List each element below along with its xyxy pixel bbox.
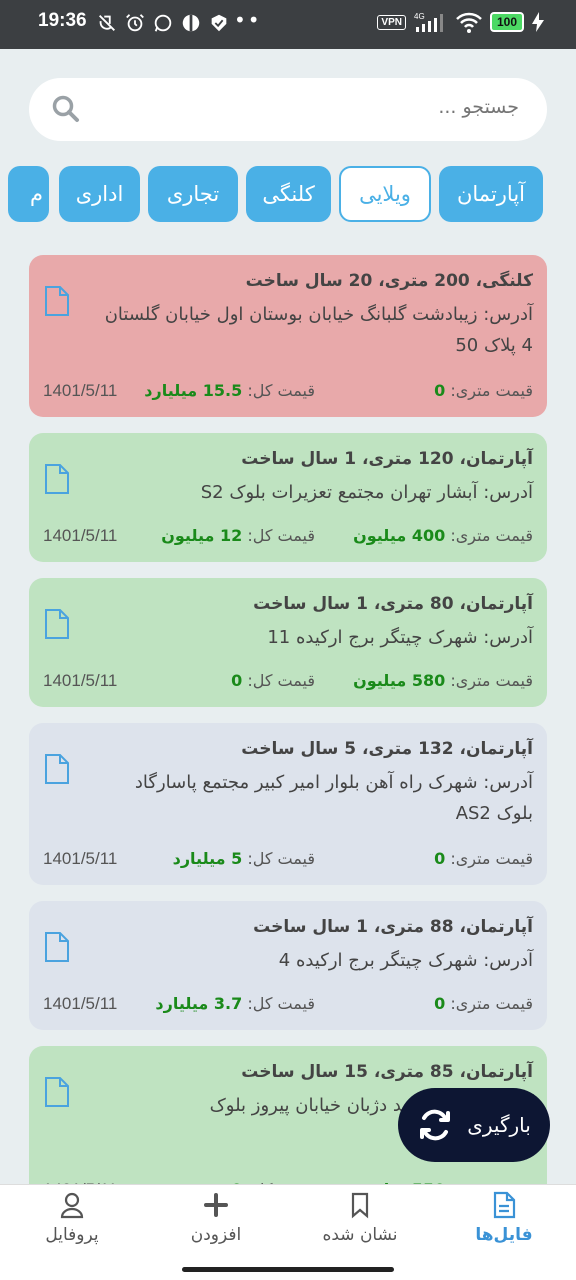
user-icon [60,1192,84,1219]
chip-commercial[interactable]: تجاری [148,166,238,222]
total-price: قیمت کل: 15.5 میلیارد [144,381,315,400]
listing-address: آدرس: شهرک چیتگر برج ارکیده 11 [267,627,533,648]
price-per-meter: قیمت متری: 0 [434,994,533,1013]
more-notifications: •• [234,8,262,32]
document-icon[interactable] [43,753,71,785]
listing-footer: قیمت متری: 0 قیمت کل: 15.5 میلیارد 1401/… [43,381,533,403]
price-per-meter: قیمت متری: 580 میلیون [353,671,533,690]
listing-card[interactable]: آپارتمان، 80 متری، 1 سال ساخت آدرس: شهرک… [29,578,547,707]
price-per-meter: قیمت متری: 0 [434,849,533,868]
listing-address: آدرس: شهرک چیتگر برج ارکیده 4 [278,950,533,971]
load-button-label: بارگیری [467,1113,531,1137]
document-icon[interactable] [43,608,71,640]
category-chips: آپارتمان ویلایی کلنگی تجاری اداری م [0,166,576,224]
load-button[interactable]: بارگیری [398,1088,550,1162]
signal-icon: 4G [414,12,443,32]
home-indicator[interactable] [182,1267,394,1272]
listing-date: 1401/5/11 [43,526,118,545]
listing-title: آپارتمان، 120 متری، 1 سال ساخت [241,449,533,469]
mute-icon [99,15,115,31]
bookmark-icon [351,1192,369,1219]
nav-bookmarked[interactable]: نشان شده [288,1191,432,1251]
search-input[interactable] [139,96,519,118]
document-icon[interactable] [43,463,71,495]
vpn-badge: VPN [377,14,406,30]
document-icon[interactable] [43,931,71,963]
document-icon[interactable] [43,1076,71,1108]
listing-date: 1401/5/11 [43,671,118,690]
total-price: قیمت کل: 12 میلیون [161,526,315,545]
chip-apartment[interactable]: آپارتمان [439,166,543,222]
nav-files-label: فایل‌ها [475,1225,533,1245]
network-type: 4G [414,12,425,21]
app-icon [182,14,200,32]
status-time: 19:36 [38,10,87,31]
listing-card[interactable]: آپارتمان، 88 متری، 1 سال ساخت آدرس: شهرک… [29,901,547,1030]
nav-profile-label: پروفایل [45,1225,99,1245]
listing-title: آپارتمان، 80 متری، 1 سال ساخت [253,594,533,614]
listing-date: 1401/5/11 [43,849,118,868]
status-bar: 19:36 •• VPN 4G 100 [0,0,576,49]
plus-icon [204,1193,228,1217]
listing-address: آدرس: آبشار تهران مجتمع تعزیرات بلوک S2 [200,482,533,503]
listing-footer: قیمت متری: 400 میلیون قیمت کل: 12 میلیون… [43,526,533,548]
listing-card[interactable]: آپارتمان، 120 متری، 1 سال ساخت آدرس: آبش… [29,433,547,562]
battery-indicator: 100 [489,12,524,32]
nav-add-label: افزودن [190,1225,242,1245]
listing-card[interactable]: کلنگی، 200 متری، 20 سال ساخت آدرس: زیباد… [29,255,547,417]
nav-files[interactable]: فایل‌ها [432,1191,576,1251]
alarm-icon [126,14,144,32]
chip-old-building[interactable]: کلنگی [246,166,331,222]
chip-villa[interactable]: ویلایی [339,166,431,222]
check-badge-icon [211,14,227,32]
search-icon[interactable] [51,94,81,124]
listing-address: آدرس: زیبادشت گلبانگ خیابان بوستان اول خ… [104,304,533,356]
bottom-nav: فایل‌ها نشان شده افزودن پروفایل [0,1184,576,1280]
listing-title: آپارتمان، 132 متری، 5 سال ساخت [241,739,533,759]
file-icon [493,1191,516,1219]
nav-bookmarked-label: نشان شده [322,1225,398,1245]
listing-date: 1401/5/11 [43,381,118,400]
chip-office[interactable]: اداری [59,166,140,222]
price-per-meter: قیمت متری: 400 میلیون [353,526,533,545]
listing-title: آپارتمان، 88 متری، 1 سال ساخت [253,917,533,937]
whatsapp-icon [154,14,172,32]
total-price: قیمت کل: 3.7 میلیارد [155,994,315,1013]
total-price: قیمت کل: 5 میلیارد [172,849,315,868]
listing-date: 1401/5/11 [43,994,118,1013]
nav-add[interactable]: افزودن [144,1191,288,1251]
listing-footer: قیمت متری: 0 قیمت کل: 5 میلیارد 1401/5/1… [43,849,533,871]
chip-more[interactable]: م [8,166,49,222]
price-per-meter: قیمت متری: 0 [434,381,533,400]
listing-title: کلنگی، 200 متری، 20 سال ساخت [245,271,533,291]
nav-profile[interactable]: پروفایل [0,1191,144,1251]
charging-icon [532,12,544,32]
refresh-icon [420,1109,451,1141]
notification-icons [96,12,230,34]
total-price: قیمت کل: 0 [231,671,315,690]
document-icon[interactable] [43,285,71,317]
search-bar[interactable] [29,78,547,141]
listing-footer: قیمت متری: 580 میلیون قیمت کل: 0 1401/5/… [43,671,533,693]
listing-footer: قیمت متری: 0 قیمت کل: 3.7 میلیارد 1401/5… [43,994,533,1016]
listing-card[interactable]: آپارتمان، 132 متری، 5 سال ساخت آدرس: شهر… [29,723,547,885]
listing-address: آدرس: شهرک راه آهن بلوار امیر کبیر مجتمع… [134,772,533,824]
wifi-icon [456,12,482,33]
system-icons: VPN 4G 100 [377,11,544,33]
listing-title: آپارتمان، 85 متری، 15 سال ساخت [241,1062,533,1082]
